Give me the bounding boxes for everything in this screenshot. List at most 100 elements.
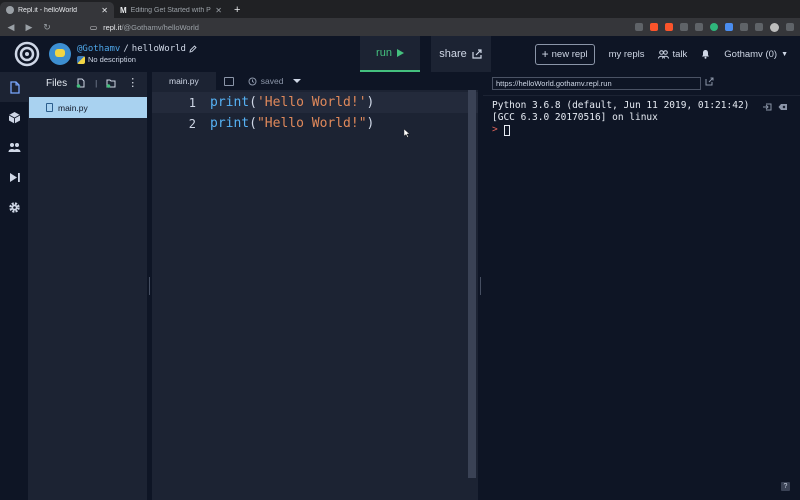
editor-tab-label: main.py xyxy=(169,76,199,86)
code-line[interactable]: 2 print("Hello World!") xyxy=(152,113,478,134)
editor-scrollbar[interactable] xyxy=(468,90,476,478)
format-code-icon[interactable] xyxy=(223,76,234,86)
repl-owner-link[interactable]: @Gothamv xyxy=(77,44,120,54)
clear-console-icon[interactable] xyxy=(778,103,788,111)
new-repl-label: new repl xyxy=(551,48,588,60)
repl-description[interactable]: No description xyxy=(77,55,197,64)
rail-debugger[interactable] xyxy=(0,162,29,192)
reload-icon[interactable]: ↻ xyxy=(42,22,52,33)
save-status: saved xyxy=(248,76,283,86)
back-icon[interactable]: ◀ xyxy=(6,22,16,33)
step-play-icon xyxy=(10,172,20,182)
url-path: /@Gothamv/helloWorld xyxy=(121,22,199,32)
terminal-output[interactable]: Python 3.6.8 (default, Jun 11 2019, 01:2… xyxy=(492,100,749,136)
replit-favicon-icon xyxy=(6,6,14,14)
grammarly-icon[interactable] xyxy=(710,23,718,31)
bookmark-icon[interactable]: ▭ xyxy=(90,23,97,32)
repl-avatar[interactable] xyxy=(49,43,71,65)
add-file-icon[interactable] xyxy=(76,78,86,88)
zoom-icon[interactable] xyxy=(635,23,643,31)
translate-icon[interactable] xyxy=(725,23,733,31)
close-tab-icon[interactable]: ✕ xyxy=(101,6,108,15)
code-editor: main.py saved 1 print('Hello World!') 2 … xyxy=(152,72,478,500)
brave-shield-icon[interactable] xyxy=(650,23,658,31)
files-panel: Files | ⋮ main.py xyxy=(29,72,147,500)
mouse-cursor-icon xyxy=(404,129,410,138)
rail-settings[interactable] xyxy=(0,192,29,222)
run-button[interactable]: run xyxy=(360,36,420,72)
account-menu[interactable]: Gothamv (0) ▼ xyxy=(724,49,788,60)
left-icon-rail xyxy=(0,72,29,500)
repl-header: @Gothamv / helloWorld No description run s… xyxy=(0,36,800,72)
share-button[interactable]: share xyxy=(431,36,491,72)
history-icon xyxy=(248,77,257,85)
talk-label: talk xyxy=(672,48,688,60)
code-paren: ( xyxy=(249,95,257,110)
code-function: print xyxy=(210,116,250,131)
rail-packages[interactable] xyxy=(0,102,29,132)
file-item-main-py[interactable]: main.py xyxy=(29,97,147,118)
chevron-down-icon[interactable] xyxy=(293,79,302,83)
file-icon xyxy=(46,103,53,112)
header-right-nav: + new repl my repls talk Gothamv (0) ▼ xyxy=(534,36,788,72)
my-repls-link[interactable]: my repls xyxy=(609,49,645,60)
extension-icons xyxy=(635,22,794,32)
add-folder-icon[interactable] xyxy=(106,78,116,88)
open-in-new-tab-icon[interactable] xyxy=(705,77,714,86)
people-icon xyxy=(658,49,670,59)
rail-files[interactable] xyxy=(0,72,29,102)
browser-menu-icon[interactable] xyxy=(786,23,794,31)
close-tab-icon[interactable]: ✕ xyxy=(215,6,222,15)
file-icon xyxy=(10,80,20,94)
browser-tab-replit[interactable]: Repl.it - helloWorld ✕ xyxy=(0,2,114,18)
notification-bell-icon[interactable] xyxy=(701,49,710,59)
python-icon xyxy=(77,55,85,64)
code-line[interactable]: 1 print('Hello World!') xyxy=(152,92,478,113)
replit-logo-icon[interactable] xyxy=(12,39,42,69)
editor-tab-main-py[interactable]: main.py xyxy=(152,72,216,90)
new-tab-icon[interactable]: + xyxy=(228,4,246,18)
description-text: No description xyxy=(88,55,136,64)
terminal-line: [GCC 6.3.0 20170516] on linux xyxy=(492,112,658,123)
console-panel: https://helloWorld.gothamv.repl.run Pyth… xyxy=(483,72,800,500)
forward-icon[interactable]: ▶ xyxy=(24,22,34,33)
multiplayer-icon xyxy=(8,142,21,152)
browser-tab-medium[interactable]: M Editing Get Started with Python ✕ xyxy=(114,2,228,18)
play-extension-icon[interactable] xyxy=(755,23,763,31)
new-repl-button[interactable]: + new repl xyxy=(534,43,595,65)
more-options-icon[interactable]: ⋮ xyxy=(127,78,138,89)
exit-icon[interactable] xyxy=(762,103,772,111)
repl-name[interactable]: helloWorld xyxy=(132,44,186,54)
code-paren: ( xyxy=(249,116,257,131)
terminal-cursor xyxy=(503,124,510,136)
extension-icon[interactable] xyxy=(740,23,748,31)
code-area[interactable]: 1 print('Hello World!') 2 print("Hello W… xyxy=(152,90,478,134)
console-actions xyxy=(762,103,788,111)
repl-title[interactable]: @Gothamv / helloWorld xyxy=(77,44,197,54)
files-header: Files | ⋮ xyxy=(29,72,147,94)
code-string: "Hello World!" xyxy=(256,116,367,131)
browser-toolbar: ◀ ▶ ↻ ▭ repl.it/@Gothamv/helloWorld xyxy=(0,18,800,36)
repl-run-url[interactable]: https://helloWorld.gothamv.repl.run xyxy=(492,77,701,90)
talk-link[interactable]: talk xyxy=(658,49,687,60)
browser-tab-strip: Repl.it - helloWorld ✕ M Editing Get Sta… xyxy=(0,0,800,18)
browser-tab-title: Repl.it - helloWorld xyxy=(18,6,78,14)
share-icon xyxy=(472,49,482,59)
chevron-down-icon: ▼ xyxy=(781,50,788,58)
rail-multiplayer[interactable] xyxy=(0,132,29,162)
extension-icon[interactable] xyxy=(695,23,703,31)
editor-tab-bar: main.py saved xyxy=(152,72,478,90)
console-divider xyxy=(483,95,800,96)
address-bar[interactable]: ▭ repl.it/@Gothamv/helloWorld xyxy=(90,23,199,32)
cast-icon[interactable] xyxy=(680,23,688,31)
share-label: share xyxy=(439,48,467,60)
edit-pencil-icon[interactable] xyxy=(189,45,197,53)
help-button[interactable]: ? xyxy=(781,482,790,491)
terminal-prompt[interactable]: > xyxy=(492,124,749,136)
brave-rewards-icon[interactable] xyxy=(665,23,673,31)
gear-icon xyxy=(9,201,20,213)
code-string: 'Hello World!' xyxy=(256,95,367,110)
divider: | xyxy=(95,78,98,88)
code-paren: ) xyxy=(366,116,375,131)
profile-avatar[interactable] xyxy=(770,22,779,32)
